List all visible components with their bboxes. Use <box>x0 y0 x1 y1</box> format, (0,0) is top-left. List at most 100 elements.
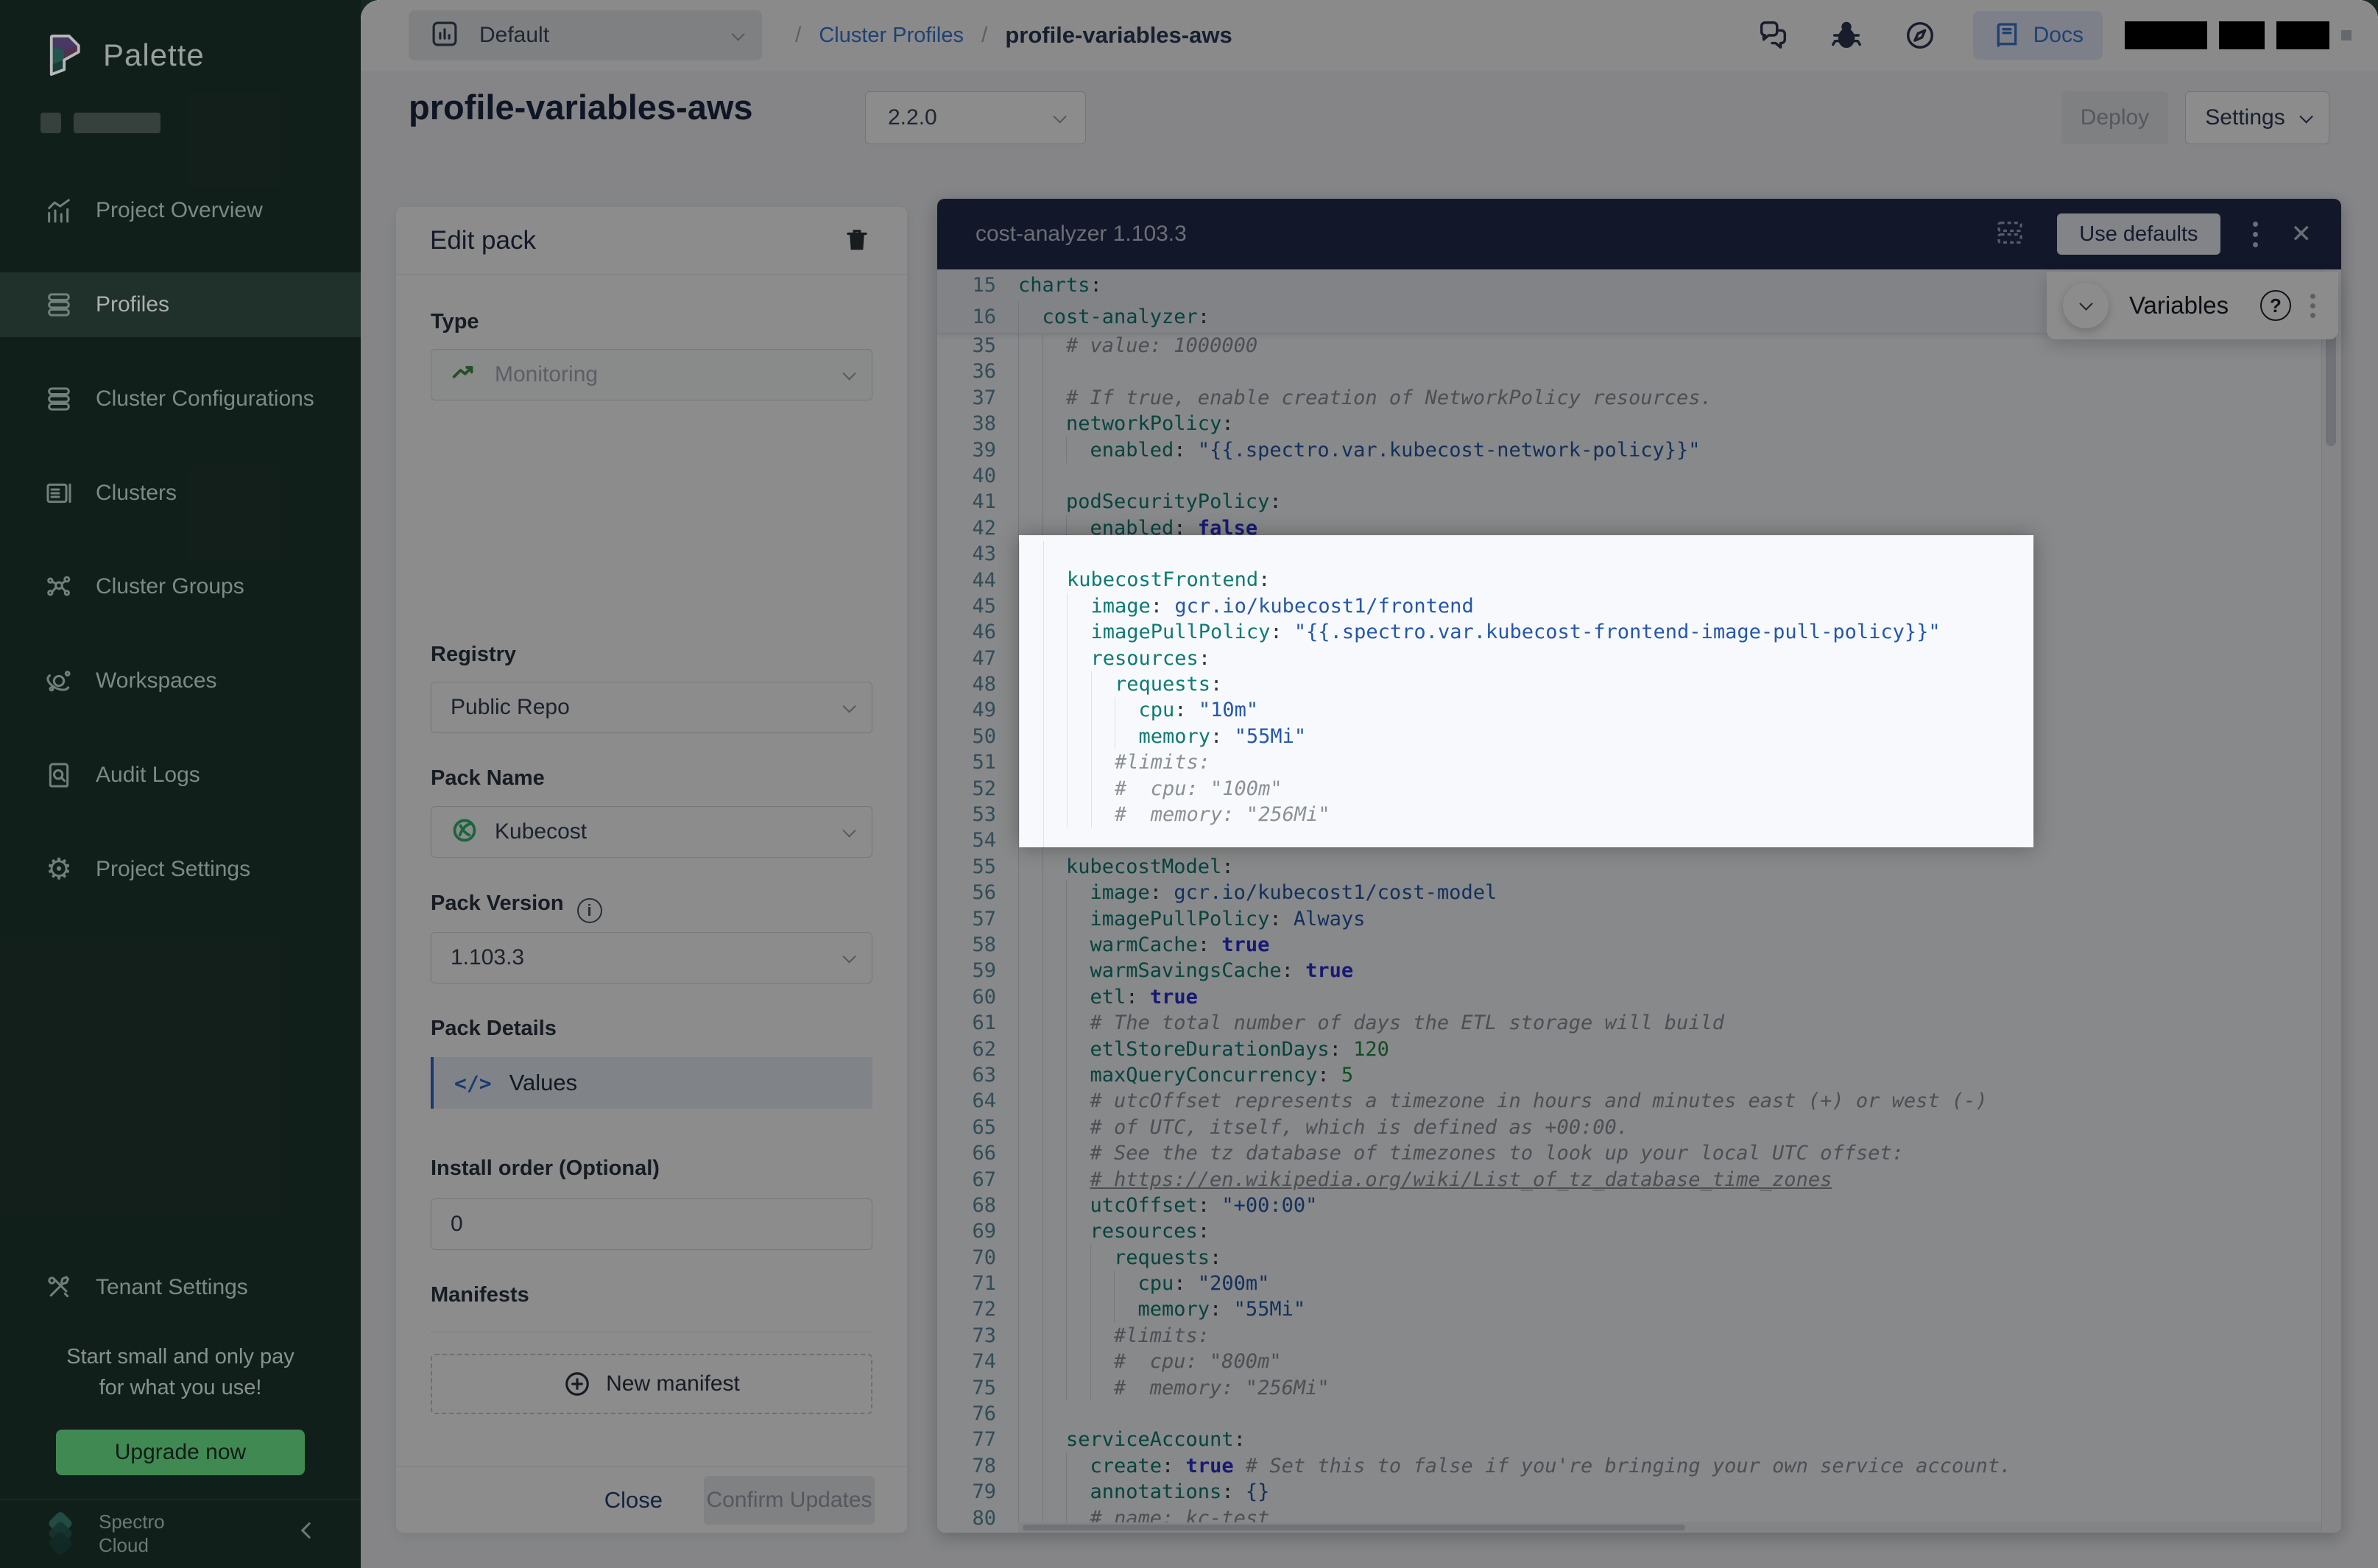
docs-button[interactable]: Docs <box>1973 11 2103 60</box>
deploy-button[interactable]: Deploy <box>2061 91 2168 144</box>
orbit-icon <box>43 665 75 697</box>
code-line[interactable]: imagePullPolicy: "{{.spectro.var.kubecos… <box>1019 619 2033 645</box>
code-line[interactable]: 73#limits: <box>937 1323 2321 1349</box>
editor-kebab-menu-icon[interactable] <box>2253 222 2260 247</box>
project-selector[interactable]: Default <box>409 10 762 60</box>
code-line[interactable]: 39enabled: "{{.spectro.var.kubecost-netw… <box>937 437 2321 463</box>
code-line[interactable]: 61# The total number of days the ETL sto… <box>937 1010 2321 1036</box>
sidebar-item-workspaces[interactable]: Workspaces <box>0 649 361 713</box>
code-line[interactable]: image: gcr.io/kubecost1/frontend <box>1019 593 2033 619</box>
breadcrumb-current: profile-variables-aws <box>1005 22 1232 49</box>
redacted-user-menu[interactable] <box>2125 21 2351 49</box>
sidebar: Palette Project Overview Profiles Cluste… <box>0 0 361 1568</box>
plus-circle-icon <box>563 1370 591 1398</box>
help-icon[interactable]: ? <box>2260 290 2291 321</box>
code-line[interactable]: memory: "55Mi" <box>1019 724 2033 749</box>
horizontal-scrollbar[interactable] <box>1018 1522 2321 1533</box>
sidebar-item-clusters[interactable]: Clusters <box>0 461 361 526</box>
code-line[interactable]: # memory: "256Mi" <box>1019 802 2033 827</box>
code-line[interactable]: 79annotations: {} <box>937 1479 2321 1505</box>
code-line[interactable]: 60etl: true <box>937 984 2321 1010</box>
bug-report-icon[interactable] <box>1826 15 1867 56</box>
pack-name-select[interactable]: Kubecost <box>431 806 872 858</box>
code-line[interactable]: 70requests: <box>937 1245 2321 1271</box>
close-button[interactable]: Close <box>604 1487 663 1514</box>
compass-help-icon[interactable] <box>1899 15 1941 56</box>
code-line[interactable]: 74# cpu: "800m" <box>937 1349 2321 1374</box>
code-line[interactable]: 65# of UTC, itself, which is defined as … <box>937 1115 2321 1140</box>
registry-select[interactable]: Public Repo <box>431 682 872 733</box>
feedback-chat-icon[interactable] <box>1752 15 1793 56</box>
code-line[interactable]: resources: <box>1019 646 2033 671</box>
profile-version-select[interactable]: 2.2.0 <box>865 91 1086 144</box>
highlighted-code-region[interactable]: kubecostFrontend:image: gcr.io/kubecost1… <box>1019 535 2033 847</box>
pack-version-select[interactable]: 1.103.3 <box>431 932 872 983</box>
sidebar-item-project-overview[interactable]: Project Overview <box>0 178 361 243</box>
code-line[interactable]: kubecostFrontend: <box>1019 567 2033 593</box>
use-defaults-button[interactable]: Use defaults <box>2057 213 2220 255</box>
code-line[interactable]: 72memory: "55Mi" <box>937 1296 2321 1322</box>
code-line[interactable]: 41podSecurityPolicy: <box>937 489 2321 515</box>
code-line[interactable]: 75# memory: "256Mi" <box>937 1375 2321 1401</box>
spectro-cloud-logo-icon <box>38 1511 84 1557</box>
delete-pack-icon[interactable] <box>844 226 873 255</box>
doc-search-icon <box>43 759 75 791</box>
code-line[interactable] <box>1019 827 2033 847</box>
code-line[interactable]: # cpu: "100m" <box>1019 776 2033 802</box>
line-number: 48 <box>937 671 1018 697</box>
compare-diff-icon[interactable] <box>1995 218 2028 250</box>
code-line[interactable]: 71cpu: "200m" <box>937 1271 2321 1296</box>
code-line[interactable]: 66# See the tz database of timezones to … <box>937 1140 2321 1166</box>
upgrade-now-button[interactable]: Upgrade now <box>56 1430 305 1475</box>
vertical-scrollbar[interactable] <box>2321 269 2341 1533</box>
layers-icon <box>43 383 75 415</box>
sidebar-item-project-settings[interactable]: ⚙ Project Settings <box>0 837 361 902</box>
code-line[interactable]: 58warmCache: true <box>937 932 2321 958</box>
info-icon[interactable]: i <box>577 898 602 923</box>
sidebar-item-cluster-configurations[interactable]: Cluster Configurations <box>0 367 361 431</box>
code-line[interactable]: 38networkPolicy: <box>937 411 2321 437</box>
settings-button[interactable]: Settings <box>2185 91 2329 144</box>
collapse-sidebar-icon[interactable] <box>301 1522 318 1539</box>
sidebar-item-profiles[interactable]: Profiles <box>0 272 361 337</box>
line-number: 37 <box>937 385 1018 411</box>
variables-kebab-menu-icon[interactable] <box>2310 294 2316 318</box>
code-line[interactable] <box>1019 541 2033 567</box>
code-line[interactable]: 40 <box>937 463 2321 489</box>
pack-version-label: Pack Versioni <box>431 891 602 923</box>
code-line[interactable]: 63maxQueryConcurrency: 5 <box>937 1062 2321 1088</box>
line-number: 77 <box>937 1427 1018 1452</box>
line-number: 79 <box>937 1479 1018 1505</box>
code-line[interactable]: 56image: gcr.io/kubecost1/cost-model <box>937 880 2321 905</box>
code-line[interactable]: 67# https://en.wikipedia.org/wiki/List_o… <box>937 1167 2321 1193</box>
variables-collapse-button[interactable] <box>2063 283 2109 328</box>
sidebar-item-cluster-groups[interactable]: Cluster Groups <box>0 554 361 619</box>
chevron-down-icon <box>842 824 855 837</box>
code-line[interactable]: 76 <box>937 1401 2321 1427</box>
code-line[interactable]: 62etlStoreDurationDays: 120 <box>937 1036 2321 1062</box>
line-number: 67 <box>937 1167 1018 1193</box>
code-line[interactable]: 69resources: <box>937 1218 2321 1244</box>
sidebar-item-tenant-settings[interactable]: Tenant Settings <box>0 1255 361 1320</box>
code-line[interactable]: 37# If true, enable creation of NetworkP… <box>937 385 2321 411</box>
edit-pack-title: Edit pack <box>430 226 536 255</box>
sidebar-item-audit-logs[interactable]: Audit Logs <box>0 743 361 808</box>
code-line[interactable]: 59warmSavingsCache: true <box>937 958 2321 983</box>
new-manifest-button[interactable]: New manifest <box>431 1354 872 1414</box>
install-order-input[interactable]: 0 <box>431 1198 872 1250</box>
code-editor[interactable]: 35# value: 10000003637# If true, enable … <box>937 269 2341 1533</box>
code-line[interactable]: #limits: <box>1019 749 2033 775</box>
code-line[interactable]: 68utcOffset: "+00:00" <box>937 1193 2321 1218</box>
code-line[interactable]: 55kubecostModel: <box>937 854 2321 880</box>
pack-details-values-item[interactable]: </> Values <box>431 1057 872 1109</box>
close-editor-icon[interactable]: ✕ <box>2291 222 2312 247</box>
code-line[interactable]: 64# utcOffset represents a timezone in h… <box>937 1088 2321 1114</box>
code-line[interactable]: 77serviceAccount: <box>937 1427 2321 1452</box>
code-line[interactable]: requests: <box>1019 671 2033 697</box>
code-line[interactable]: 57imagePullPolicy: Always <box>937 906 2321 932</box>
code-line[interactable]: 36 <box>937 359 2321 384</box>
breadcrumb-cluster-profiles[interactable]: Cluster Profiles <box>819 24 964 48</box>
confirm-updates-button[interactable]: Confirm Updates <box>704 1476 875 1525</box>
code-line[interactable]: cpu: "10m" <box>1019 697 2033 723</box>
code-line[interactable]: 78create: true # Set this to false if yo… <box>937 1453 2321 1479</box>
